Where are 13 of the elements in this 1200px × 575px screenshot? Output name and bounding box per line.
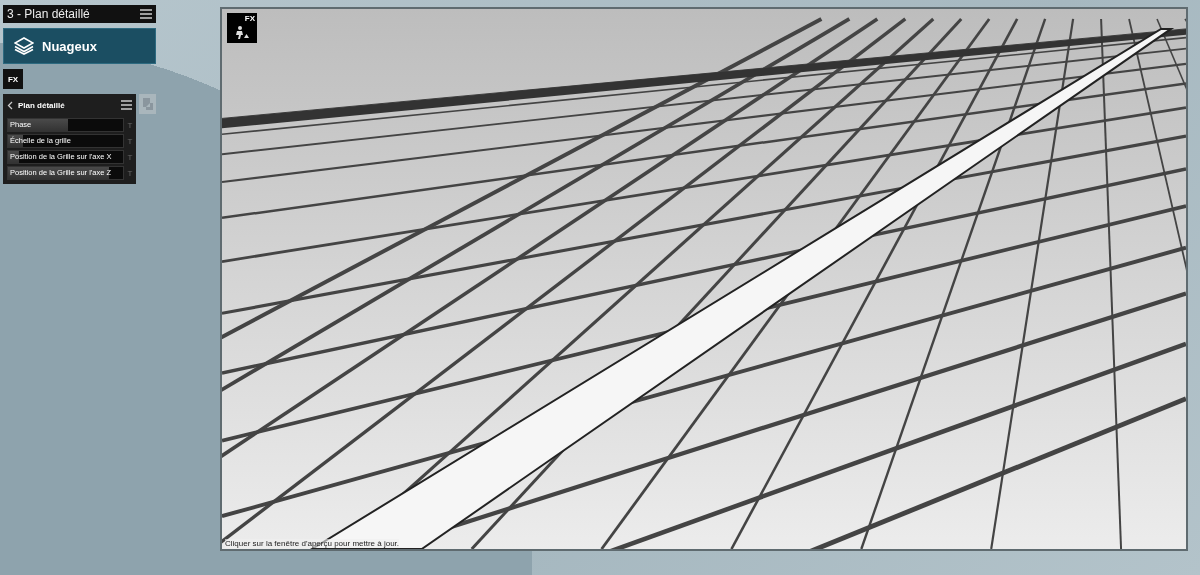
fx-badge[interactable]: FX xyxy=(227,13,257,43)
preview-viewport[interactable]: FX Cliquer sur la fenêtre d'aperçu pour mettre à jour. xyxy=(220,7,1188,551)
layers-icon xyxy=(14,37,34,55)
menu-icon[interactable] xyxy=(140,9,152,19)
menu-icon[interactable] xyxy=(121,100,133,110)
status-hint: Cliquer sur la fenêtre d'aperçu pour mettre à jour. xyxy=(225,539,400,548)
worker-icon xyxy=(235,25,249,39)
panel-title: Plan détaillé xyxy=(18,100,66,110)
preset-button[interactable]: Nuageux xyxy=(3,28,156,64)
back-icon[interactable] xyxy=(7,100,13,110)
fx-label: FX xyxy=(244,14,255,23)
preset-title: 3 - Plan détaillé xyxy=(7,7,90,21)
fx-button[interactable]: FX xyxy=(3,69,23,89)
